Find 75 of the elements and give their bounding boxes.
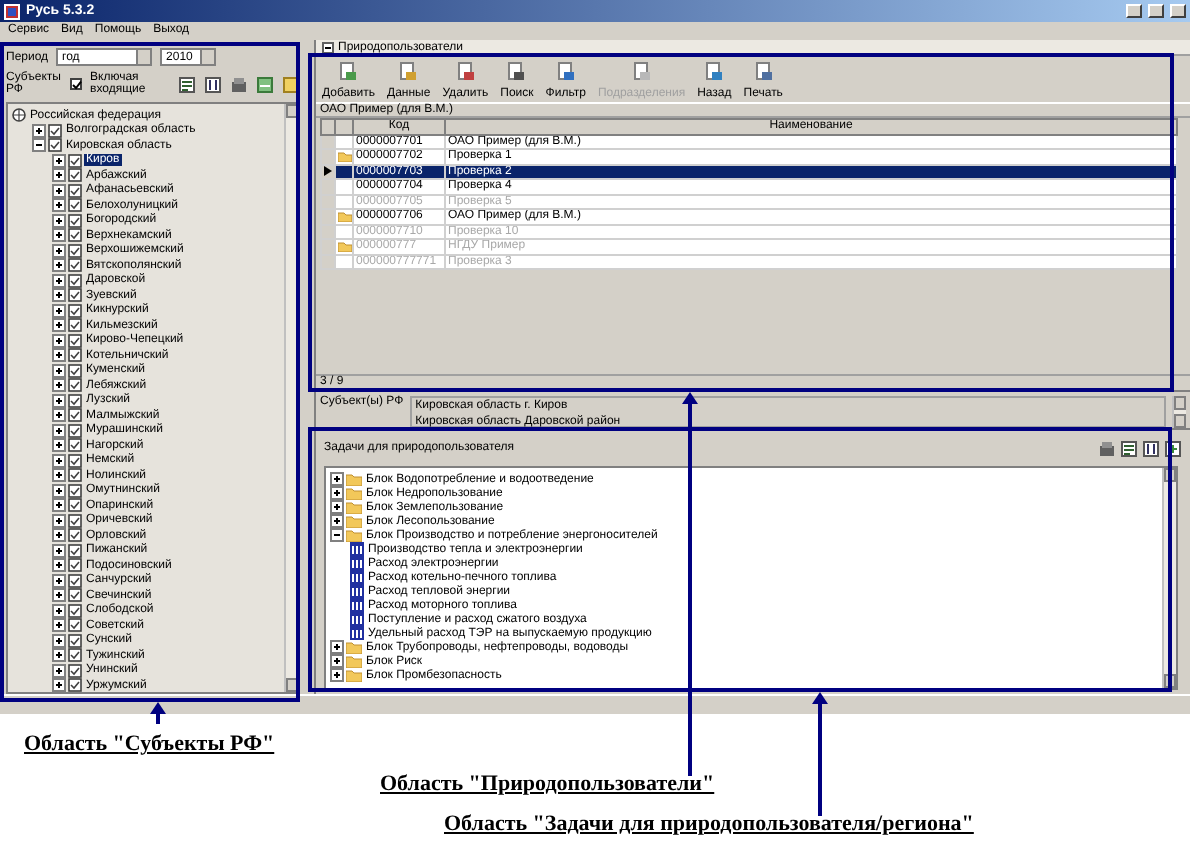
expand-icon[interactable] <box>52 513 66 528</box>
expand-icon[interactable] <box>330 640 344 654</box>
page-icon <box>704 62 725 82</box>
expand-icon[interactable] <box>52 228 66 243</box>
list-icon[interactable] <box>1120 439 1138 457</box>
expand-icon[interactable] <box>330 514 344 528</box>
expand-icon[interactable] <box>52 438 66 453</box>
annotation-label: Область "Природопользователи" <box>380 772 715 798</box>
expand-icon[interactable] <box>52 678 66 692</box>
page-icon <box>555 62 576 82</box>
page-icon <box>506 62 527 82</box>
expand-icon[interactable] <box>52 258 66 273</box>
expand-icon[interactable] <box>52 528 66 543</box>
expand-icon[interactable] <box>52 558 66 573</box>
expand-icon[interactable] <box>52 393 66 408</box>
close-button[interactable] <box>1170 4 1186 18</box>
collapse-icon[interactable] <box>330 528 344 542</box>
page-icon <box>753 62 774 82</box>
expand-icon[interactable] <box>52 633 66 648</box>
expand-icon[interactable] <box>52 498 66 513</box>
expand-icon[interactable] <box>52 348 66 363</box>
annotation-label: Область "Задачи для природопользователя/региона" <box>444 812 974 838</box>
include-nested-checkbox[interactable] <box>70 78 83 90</box>
expand-icon[interactable] <box>330 500 344 514</box>
annotation-arrow <box>812 692 828 816</box>
expand-icon[interactable] <box>52 468 66 483</box>
check-icon <box>71 79 82 89</box>
page-icon <box>455 62 476 82</box>
expand-icon[interactable] <box>52 618 66 633</box>
scrollbar[interactable] <box>1172 396 1186 428</box>
expand-icon[interactable] <box>52 243 66 258</box>
expand-icon[interactable] <box>52 153 66 168</box>
annotation-arrow <box>150 702 166 724</box>
expand-icon[interactable] <box>52 483 66 498</box>
expand-icon[interactable] <box>52 603 66 618</box>
expand-icon[interactable] <box>32 123 46 138</box>
expand-icon[interactable] <box>52 543 66 558</box>
expand-icon[interactable] <box>52 378 66 393</box>
expand-icon[interactable] <box>52 588 66 603</box>
collapse-icon[interactable] <box>322 41 334 53</box>
expand-icon[interactable] <box>52 333 66 348</box>
expand-icon[interactable] <box>52 303 66 318</box>
expand-icon[interactable] <box>52 363 66 378</box>
expand-icon[interactable] <box>52 183 66 198</box>
row-pointer-icon <box>324 166 332 177</box>
expand-icon[interactable] <box>52 288 66 303</box>
minimize-button[interactable] <box>1126 4 1142 18</box>
expand-icon[interactable] <box>52 663 66 678</box>
list-icon[interactable] <box>178 75 196 93</box>
expand-icon[interactable] <box>52 648 66 663</box>
expand-icon[interactable] <box>52 213 66 228</box>
app-icon <box>4 3 20 19</box>
expand-icon[interactable] <box>52 318 66 333</box>
expand-icon[interactable] <box>52 273 66 288</box>
expand-icon[interactable] <box>330 472 344 486</box>
annotation-label: Область "Субъекты РФ" <box>24 732 275 758</box>
expand-icon[interactable] <box>330 654 344 668</box>
globe-icon <box>12 108 26 123</box>
columns-icon[interactable] <box>204 75 222 93</box>
expand-icon[interactable] <box>52 198 66 213</box>
expand-icon[interactable] <box>52 423 66 438</box>
page-icon <box>338 62 359 82</box>
maximize-button[interactable] <box>1148 4 1164 18</box>
printer-icon[interactable] <box>230 75 248 93</box>
expand-icon[interactable] <box>330 486 344 500</box>
expand-icon[interactable] <box>52 168 66 183</box>
printer-icon[interactable] <box>1098 439 1116 457</box>
expand-icon[interactable] <box>52 408 66 423</box>
expand-icon[interactable] <box>52 453 66 468</box>
columns-icon[interactable] <box>1142 439 1160 457</box>
expand-icon[interactable] <box>52 573 66 588</box>
page-icon <box>398 62 419 82</box>
page-icon <box>631 62 652 82</box>
expand-icon[interactable] <box>330 668 344 682</box>
collapse-icon[interactable] <box>32 138 46 153</box>
